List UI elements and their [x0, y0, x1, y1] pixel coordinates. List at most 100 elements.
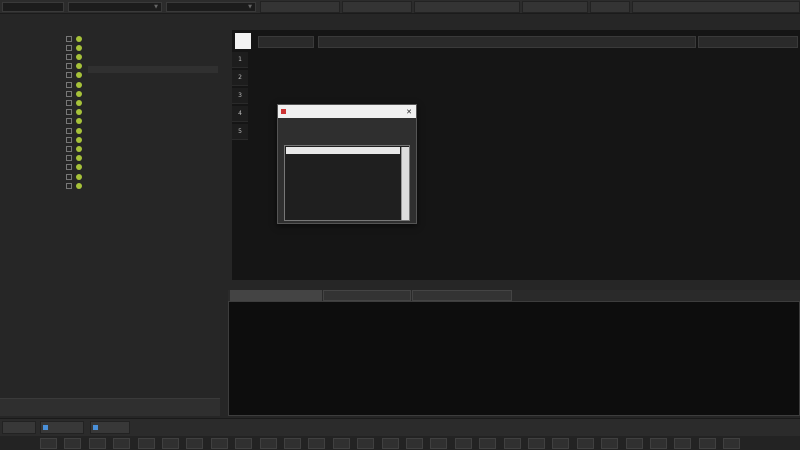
bottom-cell[interactable]	[650, 438, 667, 449]
checkbox-icon[interactable]	[66, 136, 72, 143]
checkbox-icon[interactable]	[66, 63, 72, 70]
column-header[interactable]	[318, 36, 696, 48]
bottom-cell[interactable]	[137, 438, 155, 449]
tree-item[interactable]	[0, 163, 100, 172]
tree-item[interactable]	[0, 108, 100, 117]
tree-item[interactable]	[0, 43, 100, 52]
tree-item[interactable]	[0, 71, 100, 80]
tree-item[interactable]	[0, 34, 100, 43]
toolbar-combo-1[interactable]	[2, 2, 64, 12]
tree-item[interactable]	[0, 144, 100, 153]
status-button-1[interactable]	[2, 421, 36, 434]
tree-item[interactable]	[0, 172, 100, 181]
bottom-cell[interactable]	[284, 438, 301, 449]
checkbox-icon[interactable]	[66, 164, 72, 171]
table-cell[interactable]	[380, 52, 580, 68]
tree-item[interactable]	[0, 52, 100, 61]
table-cell[interactable]	[254, 70, 312, 86]
bottom-cell[interactable]	[406, 438, 423, 449]
checkbox-icon[interactable]	[66, 90, 72, 97]
checkbox-icon[interactable]	[66, 155, 72, 162]
bottom-cell[interactable]	[235, 438, 253, 449]
bottom-cell[interactable]	[430, 438, 448, 449]
left-panel-button[interactable]	[0, 398, 220, 416]
table-cell[interactable]	[314, 52, 376, 68]
table-cell[interactable]	[314, 70, 376, 86]
row-number[interactable]: 3	[232, 88, 248, 104]
bottom-cell[interactable]	[552, 438, 570, 449]
checkbox-icon[interactable]	[66, 118, 72, 125]
bottom-cell[interactable]	[698, 438, 716, 449]
toolbar-button-4[interactable]	[522, 1, 588, 13]
bottom-cell[interactable]	[162, 438, 179, 449]
row-number[interactable]: 4	[232, 106, 248, 122]
bottom-cell[interactable]	[674, 438, 692, 449]
table-cell[interactable]	[254, 52, 312, 68]
bottom-cell[interactable]	[625, 438, 643, 449]
bottom-cell[interactable]	[503, 438, 521, 449]
bottom-cell[interactable]	[601, 438, 619, 449]
table-cell[interactable]	[314, 88, 376, 104]
checkbox-icon[interactable]	[66, 72, 72, 79]
checkbox-icon[interactable]	[66, 173, 72, 180]
status-button-3[interactable]	[90, 421, 130, 434]
bottom-cell[interactable]	[454, 438, 472, 449]
checkbox-icon[interactable]	[66, 127, 72, 134]
checkbox-icon[interactable]	[66, 81, 72, 88]
checkbox-icon[interactable]	[66, 35, 72, 42]
checkbox-icon[interactable]	[66, 109, 72, 116]
checkbox-icon[interactable]	[66, 53, 72, 60]
toolbar-combo-2[interactable]: ▼	[68, 2, 162, 12]
bottom-cell[interactable]	[381, 438, 399, 449]
column-header[interactable]	[698, 36, 798, 48]
tree-item[interactable]	[0, 117, 100, 126]
table-cell[interactable]	[380, 88, 580, 104]
bottom-cell[interactable]	[357, 438, 375, 449]
toolbar-button-6[interactable]	[632, 1, 800, 13]
checkbox-icon[interactable]	[66, 182, 72, 189]
table-cell[interactable]	[380, 70, 580, 86]
tab-console-2[interactable]	[323, 290, 411, 301]
bottom-cell[interactable]	[479, 438, 497, 449]
tree-item[interactable]	[0, 181, 100, 190]
scrollbar[interactable]	[401, 147, 409, 220]
tree-item[interactable]	[0, 126, 100, 135]
toolbar-button-5[interactable]	[590, 1, 630, 13]
console-output[interactable]	[228, 301, 800, 416]
bottom-cell[interactable]	[186, 438, 204, 449]
bottom-cell[interactable]	[88, 438, 106, 449]
checkbox-icon[interactable]	[66, 99, 72, 106]
bottom-cell[interactable]	[259, 438, 277, 449]
bottom-cell[interactable]	[528, 438, 545, 449]
tree-item[interactable]	[0, 154, 100, 163]
row-number[interactable]: 5	[232, 124, 248, 140]
tree-item[interactable]	[0, 98, 100, 107]
status-button-2[interactable]	[40, 421, 84, 434]
toolbar-button-3[interactable]	[414, 1, 520, 13]
toolbar-button-1[interactable]	[260, 1, 340, 13]
bottom-cell[interactable]	[308, 438, 326, 449]
tab-console-3[interactable]	[412, 290, 512, 301]
toolbar-combo-3[interactable]: ▼	[166, 2, 256, 12]
row-number[interactable]: 1	[232, 52, 248, 68]
bottom-cell[interactable]	[113, 438, 131, 449]
bottom-cell[interactable]	[40, 438, 57, 449]
dialog-listbox[interactable]	[284, 145, 410, 221]
bottom-cell[interactable]	[576, 438, 594, 449]
table-cell[interactable]	[254, 88, 312, 104]
column-header[interactable]	[258, 36, 314, 48]
bottom-cell[interactable]	[64, 438, 82, 449]
tree-item[interactable]	[0, 80, 100, 89]
close-icon[interactable]: ✕	[402, 105, 416, 118]
tab-console-1[interactable]	[230, 290, 322, 301]
select-all-corner[interactable]	[235, 33, 251, 49]
tree-item[interactable]	[0, 135, 100, 144]
bottom-cell[interactable]	[332, 438, 350, 449]
tree-item[interactable]	[0, 89, 100, 98]
toolbar-button-2[interactable]	[342, 1, 412, 13]
checkbox-icon[interactable]	[66, 44, 72, 51]
bottom-cell[interactable]	[210, 438, 228, 449]
checkbox-icon[interactable]	[66, 145, 72, 152]
row-number[interactable]: 2	[232, 70, 248, 86]
tree-item[interactable]	[0, 62, 100, 71]
